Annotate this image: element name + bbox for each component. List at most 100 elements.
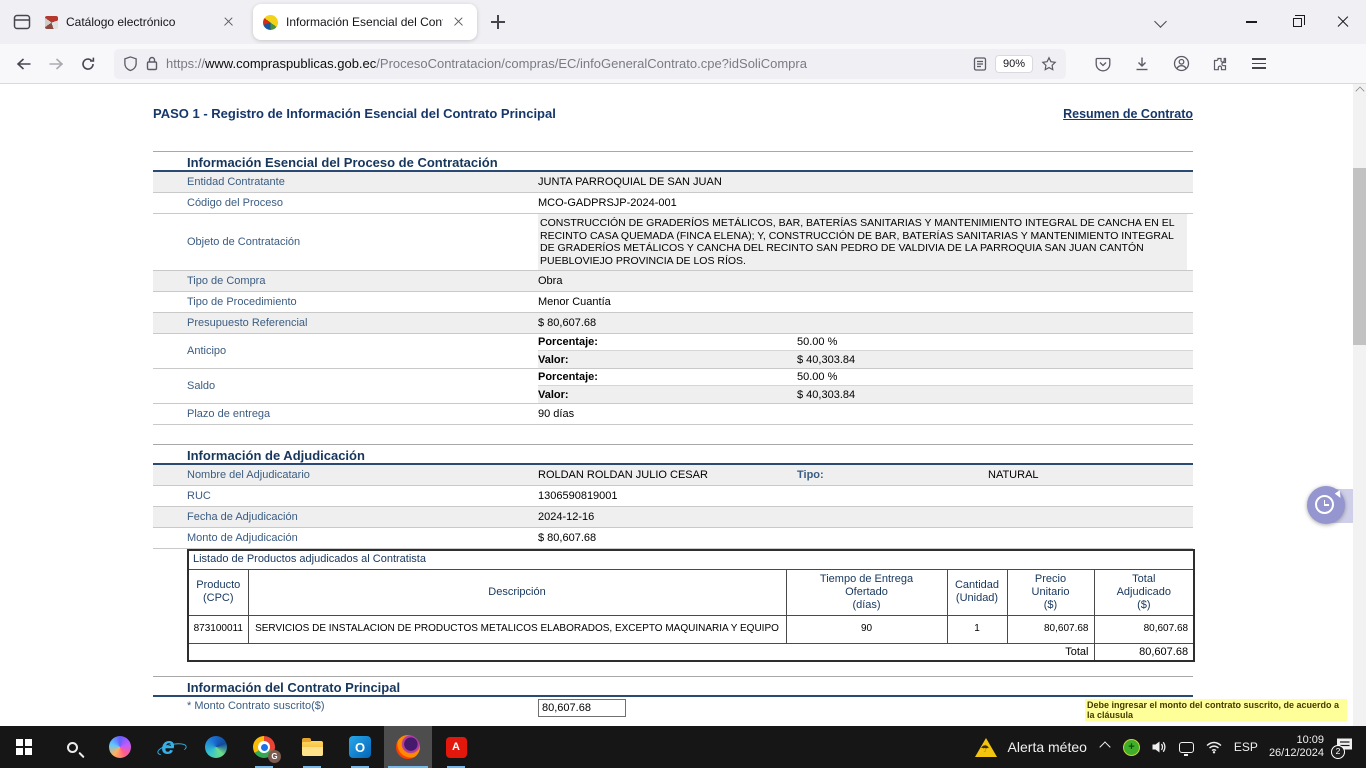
bookmark-star-icon[interactable]: [1041, 56, 1057, 72]
pocket-icon[interactable]: [1088, 49, 1118, 79]
tracking-shield-icon[interactable]: [123, 55, 138, 72]
taskbar-edge-button[interactable]: [192, 726, 240, 768]
col-header-cantidad: Cantidad (Unidad): [947, 569, 1007, 615]
tab-close-icon[interactable]: [451, 14, 467, 30]
anticipo-valor: Valor: $ 40,303.84: [538, 351, 1193, 368]
cast-display-icon[interactable]: [1179, 742, 1194, 753]
total-label: Total: [188, 643, 1094, 661]
weather-alert-text[interactable]: Alerta méteo: [1008, 739, 1087, 755]
weather-alert-icon[interactable]: ☂: [975, 738, 997, 757]
minimize-button[interactable]: [1228, 0, 1274, 44]
wifi-icon[interactable]: [1205, 740, 1223, 754]
col-header-descripcion: Descripción: [248, 569, 786, 615]
umbrella-icon: ☂: [981, 744, 990, 755]
windows-taskbar: e G O A ☂ Alerta méteo + ESP 10:0926/12/…: [0, 726, 1366, 768]
forward-button[interactable]: [40, 49, 72, 79]
back-button[interactable]: [8, 49, 40, 79]
firefox-icon: [396, 735, 420, 759]
page-title: PASO 1 - Registro de Información Esencia…: [153, 106, 556, 121]
anticipo-porcentaje: Porcentaje: 50.00 %: [538, 334, 1193, 351]
objeto-text: CONSTRUCCIÓN DE GRADERÍOS METÁLICOS, BAR…: [538, 214, 1187, 270]
section-title: Información de Adjudicación: [153, 445, 1193, 465]
minimize-icon: [1246, 21, 1257, 22]
col-header-producto-cpc: Producto (CPC): [188, 569, 248, 615]
account-icon[interactable]: [1166, 49, 1196, 79]
edge-icon: [205, 736, 227, 758]
restore-icon: [1293, 18, 1302, 27]
table-row: RUC 1306590819001: [153, 486, 1193, 507]
section-contrato-principal: Información del Contrato Principal * Mon…: [153, 676, 1193, 721]
page-scrollbar[interactable]: [1353, 84, 1366, 726]
taskbar-internet-explorer-button[interactable]: e: [144, 726, 192, 768]
monto-help-note: Debe ingresar el monto del contrato susc…: [1085, 699, 1347, 721]
notifications-button[interactable]: 2: [1335, 737, 1357, 757]
monto-contrato-row: * Monto Contrato suscrito($) Debe ingres…: [153, 697, 1193, 721]
zoom-level-button[interactable]: 90%: [995, 55, 1033, 73]
tab-catalogo-electronico[interactable]: Catálogo electrónico: [35, 0, 247, 44]
table-row: Tipo de Procedimiento Menor Cuantía: [153, 292, 1193, 313]
firefox-view-icon[interactable]: [9, 9, 35, 35]
reload-button[interactable]: [72, 49, 104, 79]
cell-tiempo: 90: [786, 615, 947, 643]
browser-nav-bar: https://www.compraspublicas.gob.ec/Proce…: [0, 44, 1366, 84]
catalogo-favicon-icon: [45, 16, 58, 29]
close-icon: [1336, 15, 1350, 29]
list-all-tabs-button[interactable]: [1146, 7, 1176, 37]
cell-cpc: 873100011: [188, 615, 248, 643]
clock-icon: [1315, 495, 1334, 514]
system-tray: ☂ Alerta méteo + ESP 10:0926/12/2024 2: [975, 734, 1366, 760]
language-indicator[interactable]: ESP: [1234, 740, 1258, 754]
table-row: Objeto de Contratación CONSTRUCCIÓN DE G…: [153, 214, 1193, 271]
col-header-precio-unitario: Precio Unitario ($): [1007, 569, 1094, 615]
taskbar-file-explorer-button[interactable]: [288, 726, 336, 768]
windows-logo-icon: [16, 739, 33, 756]
search-icon: [67, 742, 78, 753]
browser-tab-bar: Catálogo electrónico Información Esencia…: [0, 0, 1366, 44]
new-tab-button[interactable]: [483, 7, 513, 37]
downloads-icon[interactable]: [1127, 49, 1157, 79]
total-row: Total 80,607.68: [188, 643, 1194, 661]
tab-informacion-esencial[interactable]: Información Esencial del Contra: [253, 4, 477, 40]
table-row: Entidad Contratante JUNTA PARROQUIAL DE …: [153, 172, 1193, 193]
scrollbar-thumb[interactable]: [1353, 168, 1366, 345]
menu-icon[interactable]: [1244, 49, 1274, 79]
tab-title: Información Esencial del Contra: [286, 15, 443, 29]
close-button[interactable]: [1320, 0, 1366, 44]
taskbar-clock[interactable]: 10:0926/12/2024: [1269, 734, 1324, 760]
taskbar-copilot-button[interactable]: [96, 726, 144, 768]
monto-contrato-label: * Monto Contrato suscrito($): [153, 697, 538, 712]
taskbar-acrobat-button[interactable]: A: [432, 726, 480, 768]
chevron-down-icon: [1154, 15, 1167, 28]
antivirus-tray-icon[interactable]: +: [1123, 739, 1140, 756]
tab-title: Catálogo electrónico: [66, 15, 213, 29]
tray-expand-chevron-icon[interactable]: [1099, 741, 1110, 752]
section-title: Información del Contrato Principal: [153, 677, 1193, 697]
taskbar-search-button[interactable]: [48, 726, 96, 768]
taskbar-outlook-button[interactable]: O: [336, 726, 384, 768]
url-bar[interactable]: https://www.compraspublicas.gob.ec/Proce…: [114, 49, 1066, 79]
table-row: Monto de Adjudicación $ 80,607.68: [153, 528, 1193, 549]
monto-contrato-input[interactable]: [538, 699, 626, 717]
volume-icon[interactable]: [1151, 739, 1168, 755]
extensions-icon[interactable]: [1205, 49, 1235, 79]
product-row: 873100011 SERVICIOS DE INSTALACION DE PR…: [188, 615, 1194, 643]
compraspublicas-favicon-icon: [263, 15, 278, 30]
saldo-valor: Valor: $ 40,303.84: [538, 386, 1193, 403]
resumen-contrato-link[interactable]: Resumen de Contrato: [1063, 107, 1193, 121]
extension-floating-button[interactable]: [1307, 486, 1345, 524]
table-row: Fecha de Adjudicación 2024-12-16: [153, 507, 1193, 528]
url-text[interactable]: https://www.compraspublicas.gob.ec/Proce…: [166, 55, 965, 73]
lock-icon[interactable]: [146, 56, 158, 71]
taskbar-chrome-button[interactable]: G: [240, 726, 288, 768]
restore-button[interactable]: [1274, 0, 1320, 44]
cell-total-adjudicado: 80,607.68: [1094, 615, 1194, 643]
taskbar-firefox-button[interactable]: [384, 726, 432, 768]
saldo-porcentaje: Porcentaje: 50.00 %: [538, 369, 1193, 386]
scroll-up-arrow-icon[interactable]: [1355, 86, 1364, 95]
copilot-icon: [109, 736, 131, 758]
table-row: Tipo de Compra Obra: [153, 271, 1193, 292]
reader-view-icon[interactable]: [973, 57, 987, 71]
tab-close-icon[interactable]: [221, 14, 237, 30]
page-content: PASO 1 - Registro de Información Esencia…: [0, 84, 1353, 726]
start-button[interactable]: [0, 726, 48, 768]
